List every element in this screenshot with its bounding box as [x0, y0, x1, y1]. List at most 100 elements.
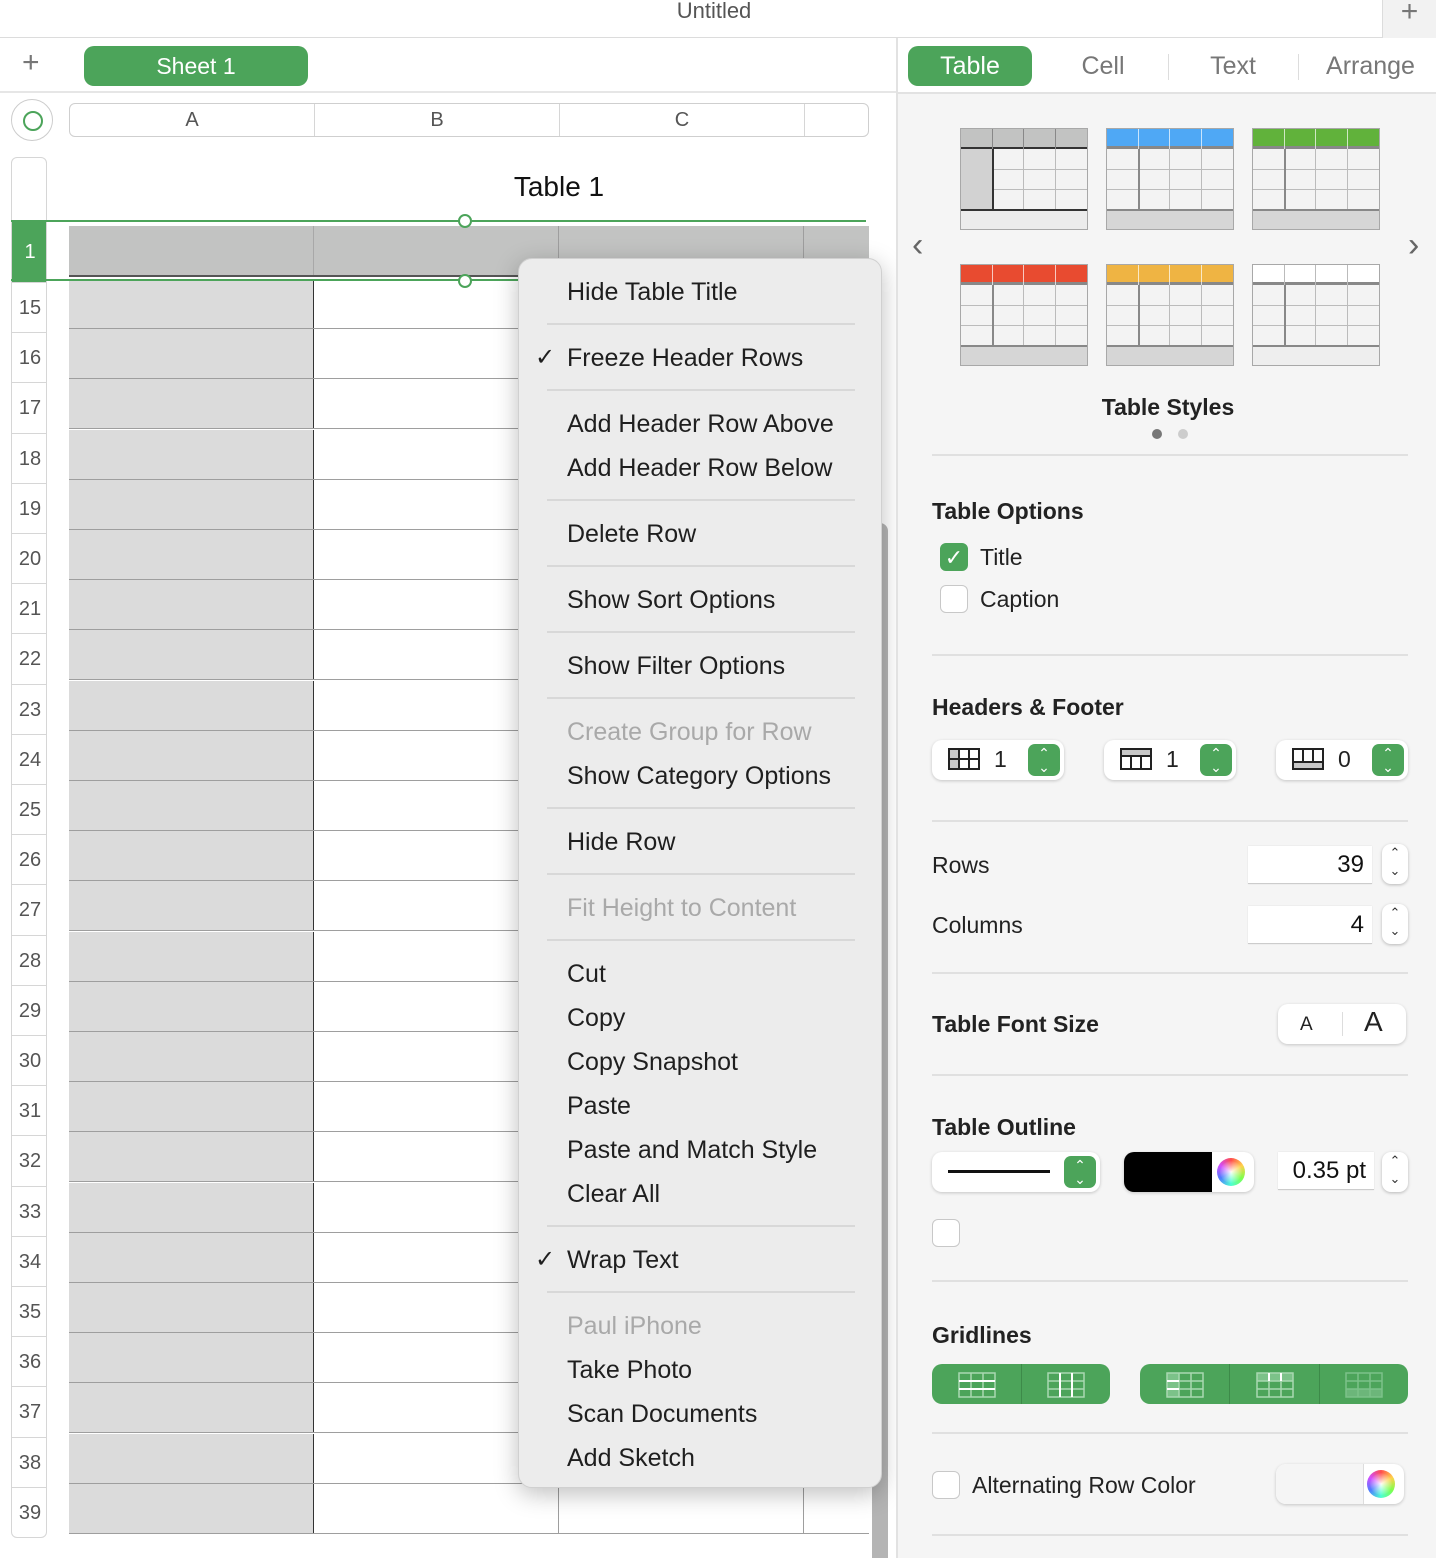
menu-item-freeze-header-rows[interactable]: ✓ Freeze Header Rows	[535, 343, 803, 373]
row-header-29[interactable]: 29	[12, 984, 46, 1035]
styles-next-button[interactable]: ›	[1408, 228, 1419, 262]
alternating-color-swatch[interactable]	[1276, 1464, 1364, 1504]
outline-table-title-checkbox[interactable]	[932, 1219, 960, 1247]
table-cell[interactable]	[69, 931, 314, 981]
table-style-yellow[interactable]	[1106, 264, 1234, 366]
menu-item-show-sort-options[interactable]: Show Sort Options	[567, 585, 775, 615]
row-header-35[interactable]: 35	[12, 1286, 46, 1336]
tab-text[interactable]: Text	[1178, 46, 1288, 86]
row-header-17[interactable]: 17	[12, 382, 46, 432]
alternating-row-color-well[interactable]	[1276, 1464, 1404, 1504]
footer-gridlines-button[interactable]	[1320, 1364, 1408, 1404]
row-header-30[interactable]: 30	[12, 1035, 46, 1085]
alternating-row-color-checkbox[interactable]	[932, 1471, 960, 1499]
menu-item-paste[interactable]: Paste	[567, 1091, 631, 1121]
new-window-button[interactable]: +	[1382, 0, 1436, 38]
row-header-19[interactable]: 19	[12, 482, 46, 533]
outline-line-style-select[interactable]: ⌃ ⌄	[932, 1152, 1100, 1192]
row-header-28[interactable]: 28	[12, 934, 46, 985]
caption-checkbox[interactable]	[940, 585, 968, 613]
table-cell[interactable]	[69, 580, 314, 630]
table-style-green[interactable]	[1252, 128, 1380, 230]
table-style-blue[interactable]	[1106, 128, 1234, 230]
table-cell[interactable]	[69, 1232, 314, 1282]
table-cell[interactable]	[559, 1483, 804, 1533]
row-header-1[interactable]: 1	[12, 222, 46, 282]
table-cell[interactable]	[69, 781, 314, 830]
header-column-gridlines-button[interactable]	[1140, 1364, 1230, 1404]
sheet-tab-sheet-1[interactable]: Sheet 1	[84, 46, 308, 86]
table-cell[interactable]	[69, 379, 314, 429]
table-cell[interactable]	[69, 1182, 314, 1232]
add-sheet-button[interactable]: +	[22, 48, 40, 78]
menu-item-copy[interactable]: Copy	[567, 1003, 625, 1033]
vertical-gridlines-button[interactable]	[1022, 1364, 1110, 1404]
line-style-stepper[interactable]: ⌃ ⌄	[1064, 1156, 1096, 1188]
row-header-36[interactable]: 36	[12, 1336, 46, 1386]
table-cell[interactable]	[69, 730, 314, 780]
column-header-b[interactable]: B	[315, 104, 560, 136]
styles-prev-button[interactable]: ‹	[912, 228, 923, 262]
table-cell[interactable]	[314, 1483, 559, 1533]
table-cell[interactable]	[69, 1433, 314, 1483]
table-cell[interactable]	[69, 1333, 314, 1383]
menu-item-cut[interactable]: Cut	[567, 959, 606, 989]
row-header-31[interactable]: 31	[12, 1085, 46, 1135]
column-header-a[interactable]: A	[70, 104, 315, 136]
decrease-font-size-button[interactable]: A	[1300, 1014, 1313, 1036]
menu-item-copy-snapshot[interactable]: Copy Snapshot	[567, 1047, 738, 1077]
rows-input[interactable]: 39	[1248, 846, 1372, 884]
tab-table[interactable]: Table	[908, 46, 1032, 86]
outline-width-stepper[interactable]: ⌃ ⌄	[1382, 1152, 1408, 1192]
table-style-red[interactable]	[960, 264, 1088, 366]
table-cell[interactable]	[69, 1283, 314, 1332]
menu-item-hide-row[interactable]: Hide Row	[567, 827, 675, 857]
table-cell[interactable]	[69, 1483, 314, 1533]
table-cell[interactable]	[69, 831, 314, 881]
row-header-25[interactable]: 25	[12, 784, 46, 834]
row-header-26[interactable]: 26	[12, 834, 46, 884]
table-cell[interactable]	[69, 329, 314, 379]
table-title[interactable]: Table 1	[69, 171, 896, 203]
row-header-21[interactable]: 21	[12, 583, 46, 633]
row-header-32[interactable]: 32	[12, 1135, 46, 1185]
row-header-38[interactable]: 38	[12, 1436, 46, 1487]
horizontal-gridlines-button[interactable]	[932, 1364, 1022, 1404]
menu-item-scan-documents[interactable]: Scan Documents	[567, 1399, 757, 1429]
menu-item-wrap-text[interactable]: ✓ Wrap Text	[535, 1245, 679, 1275]
menu-item-delete-row[interactable]: Delete Row	[567, 519, 696, 549]
select-all-button[interactable]	[11, 99, 53, 141]
selection-handle-top[interactable]	[458, 214, 472, 228]
menu-item-add-sketch[interactable]: Add Sketch	[567, 1443, 695, 1473]
selection-handle-bottom[interactable]	[458, 274, 472, 288]
table-cell[interactable]	[69, 981, 314, 1031]
menu-item-show-filter-options[interactable]: Show Filter Options	[567, 651, 785, 681]
increase-font-size-button[interactable]: A	[1364, 1006, 1383, 1038]
row-header-24[interactable]: 24	[12, 733, 46, 784]
footer-rows-control[interactable]: 0 ⌃ ⌄	[1276, 740, 1408, 780]
tab-cell[interactable]: Cell	[1048, 46, 1158, 86]
menu-item-take-photo[interactable]: Take Photo	[567, 1355, 692, 1385]
color-wheel-icon[interactable]	[1217, 1158, 1245, 1186]
table-cell[interactable]	[69, 479, 314, 529]
columns-stepper[interactable]: ⌃ ⌄	[1382, 904, 1408, 944]
header-rows-control[interactable]: 1 ⌃ ⌄	[1104, 740, 1236, 780]
color-wheel-icon[interactable]	[1367, 1470, 1395, 1498]
menu-item-clear-all[interactable]: Clear All	[567, 1179, 660, 1209]
column-header-d[interactable]	[805, 104, 868, 136]
outline-width-input[interactable]: 0.35 pt	[1278, 1152, 1374, 1190]
row-header-16[interactable]: 16	[12, 332, 46, 382]
menu-item-show-category-options[interactable]: Show Category Options	[567, 761, 831, 791]
table-cell[interactable]	[69, 1032, 314, 1081]
row-header-23[interactable]: 23	[12, 683, 46, 734]
menu-item-paste-and-match-style[interactable]: Paste and Match Style	[567, 1135, 817, 1165]
page-dot-2[interactable]	[1178, 429, 1188, 439]
row-header-34[interactable]: 34	[12, 1235, 46, 1286]
title-checkbox[interactable]: ✓	[940, 543, 968, 571]
table-row[interactable]	[69, 1483, 869, 1534]
tab-arrange[interactable]: Arrange	[1308, 46, 1433, 86]
table-cell[interactable]	[69, 881, 314, 931]
columns-input[interactable]: 4	[1248, 906, 1372, 944]
outline-color-swatch[interactable]	[1124, 1152, 1212, 1192]
page-dot-1[interactable]	[1152, 429, 1162, 439]
